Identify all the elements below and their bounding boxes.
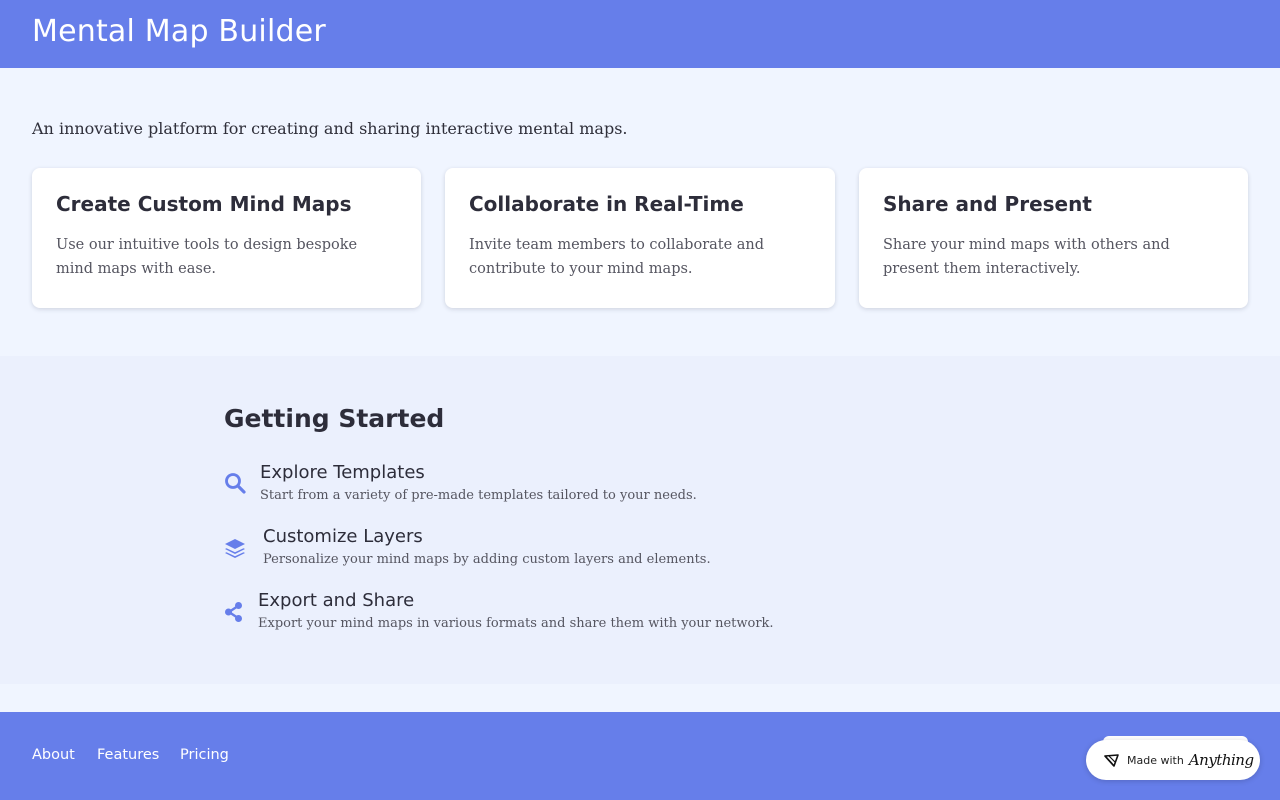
footer-link-pricing[interactable]: Pricing — [180, 747, 229, 763]
step-description: Export your mind maps in various formats… — [258, 616, 774, 631]
feature-card-title: Create Custom Mind Maps — [56, 192, 352, 216]
step-description: Personalize your mind maps by adding cus… — [263, 552, 711, 567]
feature-card-collaborate: Collaborate in Real-Time Invite team mem… — [445, 168, 835, 308]
badge-prefix: Made with — [1127, 753, 1184, 767]
feature-card-title: Collaborate in Real-Time — [469, 192, 744, 216]
search-icon — [225, 473, 246, 494]
feature-card-share: Share and Present Share your mind maps w… — [859, 168, 1248, 308]
feature-card-title: Share and Present — [883, 192, 1092, 216]
app-header: Mental Map Builder — [0, 0, 1280, 68]
step-title: Export and Share — [258, 590, 415, 611]
made-with-badge[interactable]: Made with Anything — [1086, 740, 1260, 780]
step-description: Start from a variety of pre-made templat… — [260, 488, 697, 503]
badge-brand: Anything — [1188, 751, 1254, 769]
hero-tagline: An innovative platform for creating and … — [32, 119, 628, 138]
feature-card-description: Share your mind maps with others and pre… — [883, 237, 1170, 277]
feature-card-create: Create Custom Mind Maps Use our intuitiv… — [32, 168, 421, 308]
getting-started-section: Getting Started Explore Templates Start … — [0, 356, 1280, 684]
getting-started-title: Getting Started — [224, 404, 445, 433]
step-title: Explore Templates — [260, 462, 425, 483]
step-title: Customize Layers — [263, 526, 423, 547]
layers-icon — [225, 539, 245, 558]
app-title: Mental Map Builder — [32, 14, 326, 49]
anything-logo-icon — [1104, 753, 1119, 767]
footer-link-about[interactable]: About — [32, 747, 75, 763]
feature-card-description: Use our intuitive tools to design bespok… — [56, 237, 358, 277]
share-icon — [225, 602, 242, 622]
feature-card-description: Invite team members to collaborate and c… — [469, 237, 765, 277]
footer-link-features[interactable]: Features — [97, 747, 159, 763]
